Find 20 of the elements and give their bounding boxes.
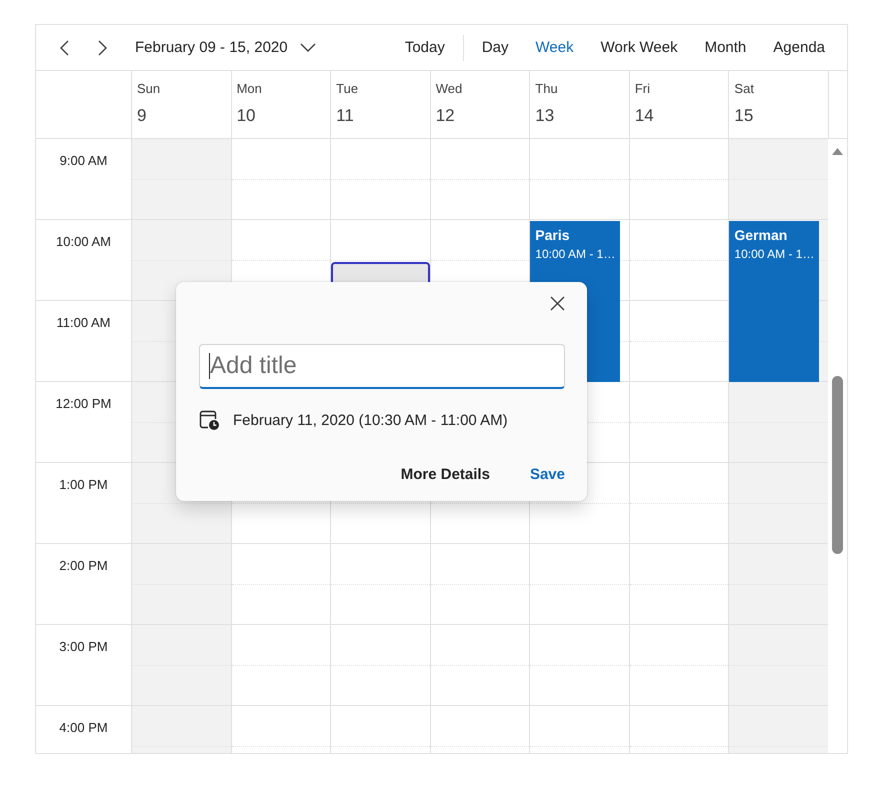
day-name: Tue [336,81,358,97]
time-label: 11:00 AM [56,315,110,331]
day-name: Sat [734,81,754,97]
time-label: 2:00 PM [59,558,108,574]
event-time: 10:00 AM - 1… [734,247,814,262]
time-label: 9:00 AM [60,153,108,169]
day-name: Wed [436,81,462,97]
time-label: 12:00 PM [56,396,112,412]
day-name: Thu [535,81,558,97]
date-time-text: February 11, 2020 (10:30 AM - 11:00 AM) [233,412,508,428]
time-label: 1:00 PM [59,477,108,493]
time-label: 10:00 AM [56,234,111,250]
time-label: 3:00 PM [59,639,108,655]
event-title: German [734,227,788,244]
day-name: Mon [236,81,262,97]
event-title: Paris [535,227,571,244]
time-label: 4:00 PM [59,720,108,736]
event-time: 10:00 AM - 1… [535,247,615,262]
day-name: Sun [137,81,160,97]
day-name: Fri [634,81,650,97]
